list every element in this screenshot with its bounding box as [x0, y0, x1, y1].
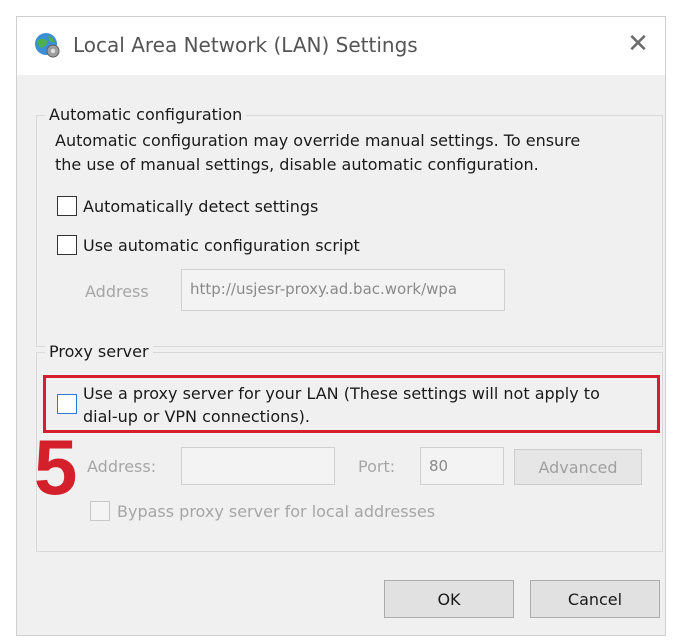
auto-detect-checkbox[interactable]: [57, 196, 77, 216]
ok-button[interactable]: OK: [384, 580, 514, 618]
config-address-field[interactable]: http://usjesr-proxy.ad.bac.work/wpa: [181, 269, 505, 311]
proxy-address-field[interactable]: [181, 447, 335, 485]
bypass-local-checkbox[interactable]: [90, 501, 110, 521]
proxy-address-label: Address:: [87, 457, 157, 476]
use-config-script-label[interactable]: Use automatic configuration script: [83, 236, 360, 255]
proxy-server-label: Proxy server: [45, 342, 153, 361]
lan-settings-dialog: Local Area Network (LAN) Settings ✕ Auto…: [16, 16, 666, 636]
proxy-port-label: Port:: [358, 457, 396, 476]
automatic-configuration-description-line2: the use of manual settings, disable auto…: [55, 155, 539, 174]
globe-settings-icon: [35, 33, 60, 58]
close-icon: ✕: [627, 29, 649, 59]
config-address-label: Address: [85, 282, 149, 301]
advanced-button[interactable]: Advanced: [514, 449, 642, 485]
proxy-port-field[interactable]: 80: [420, 447, 504, 485]
bypass-local-label[interactable]: Bypass proxy server for local addresses: [117, 502, 435, 521]
proxy-highlight-box: [43, 375, 660, 433]
automatic-configuration-label: Automatic configuration: [45, 105, 247, 124]
auto-detect-label[interactable]: Automatically detect settings: [83, 197, 318, 216]
automatic-configuration-description-line1: Automatic configuration may override man…: [55, 131, 581, 150]
step-number-annotation: 5: [34, 423, 78, 511]
cancel-button[interactable]: Cancel: [530, 580, 660, 618]
title-bar: Local Area Network (LAN) Settings ✕: [17, 17, 665, 75]
window-title: Local Area Network (LAN) Settings: [73, 33, 418, 57]
close-button[interactable]: ✕: [615, 21, 661, 67]
use-config-script-checkbox[interactable]: [57, 235, 77, 255]
